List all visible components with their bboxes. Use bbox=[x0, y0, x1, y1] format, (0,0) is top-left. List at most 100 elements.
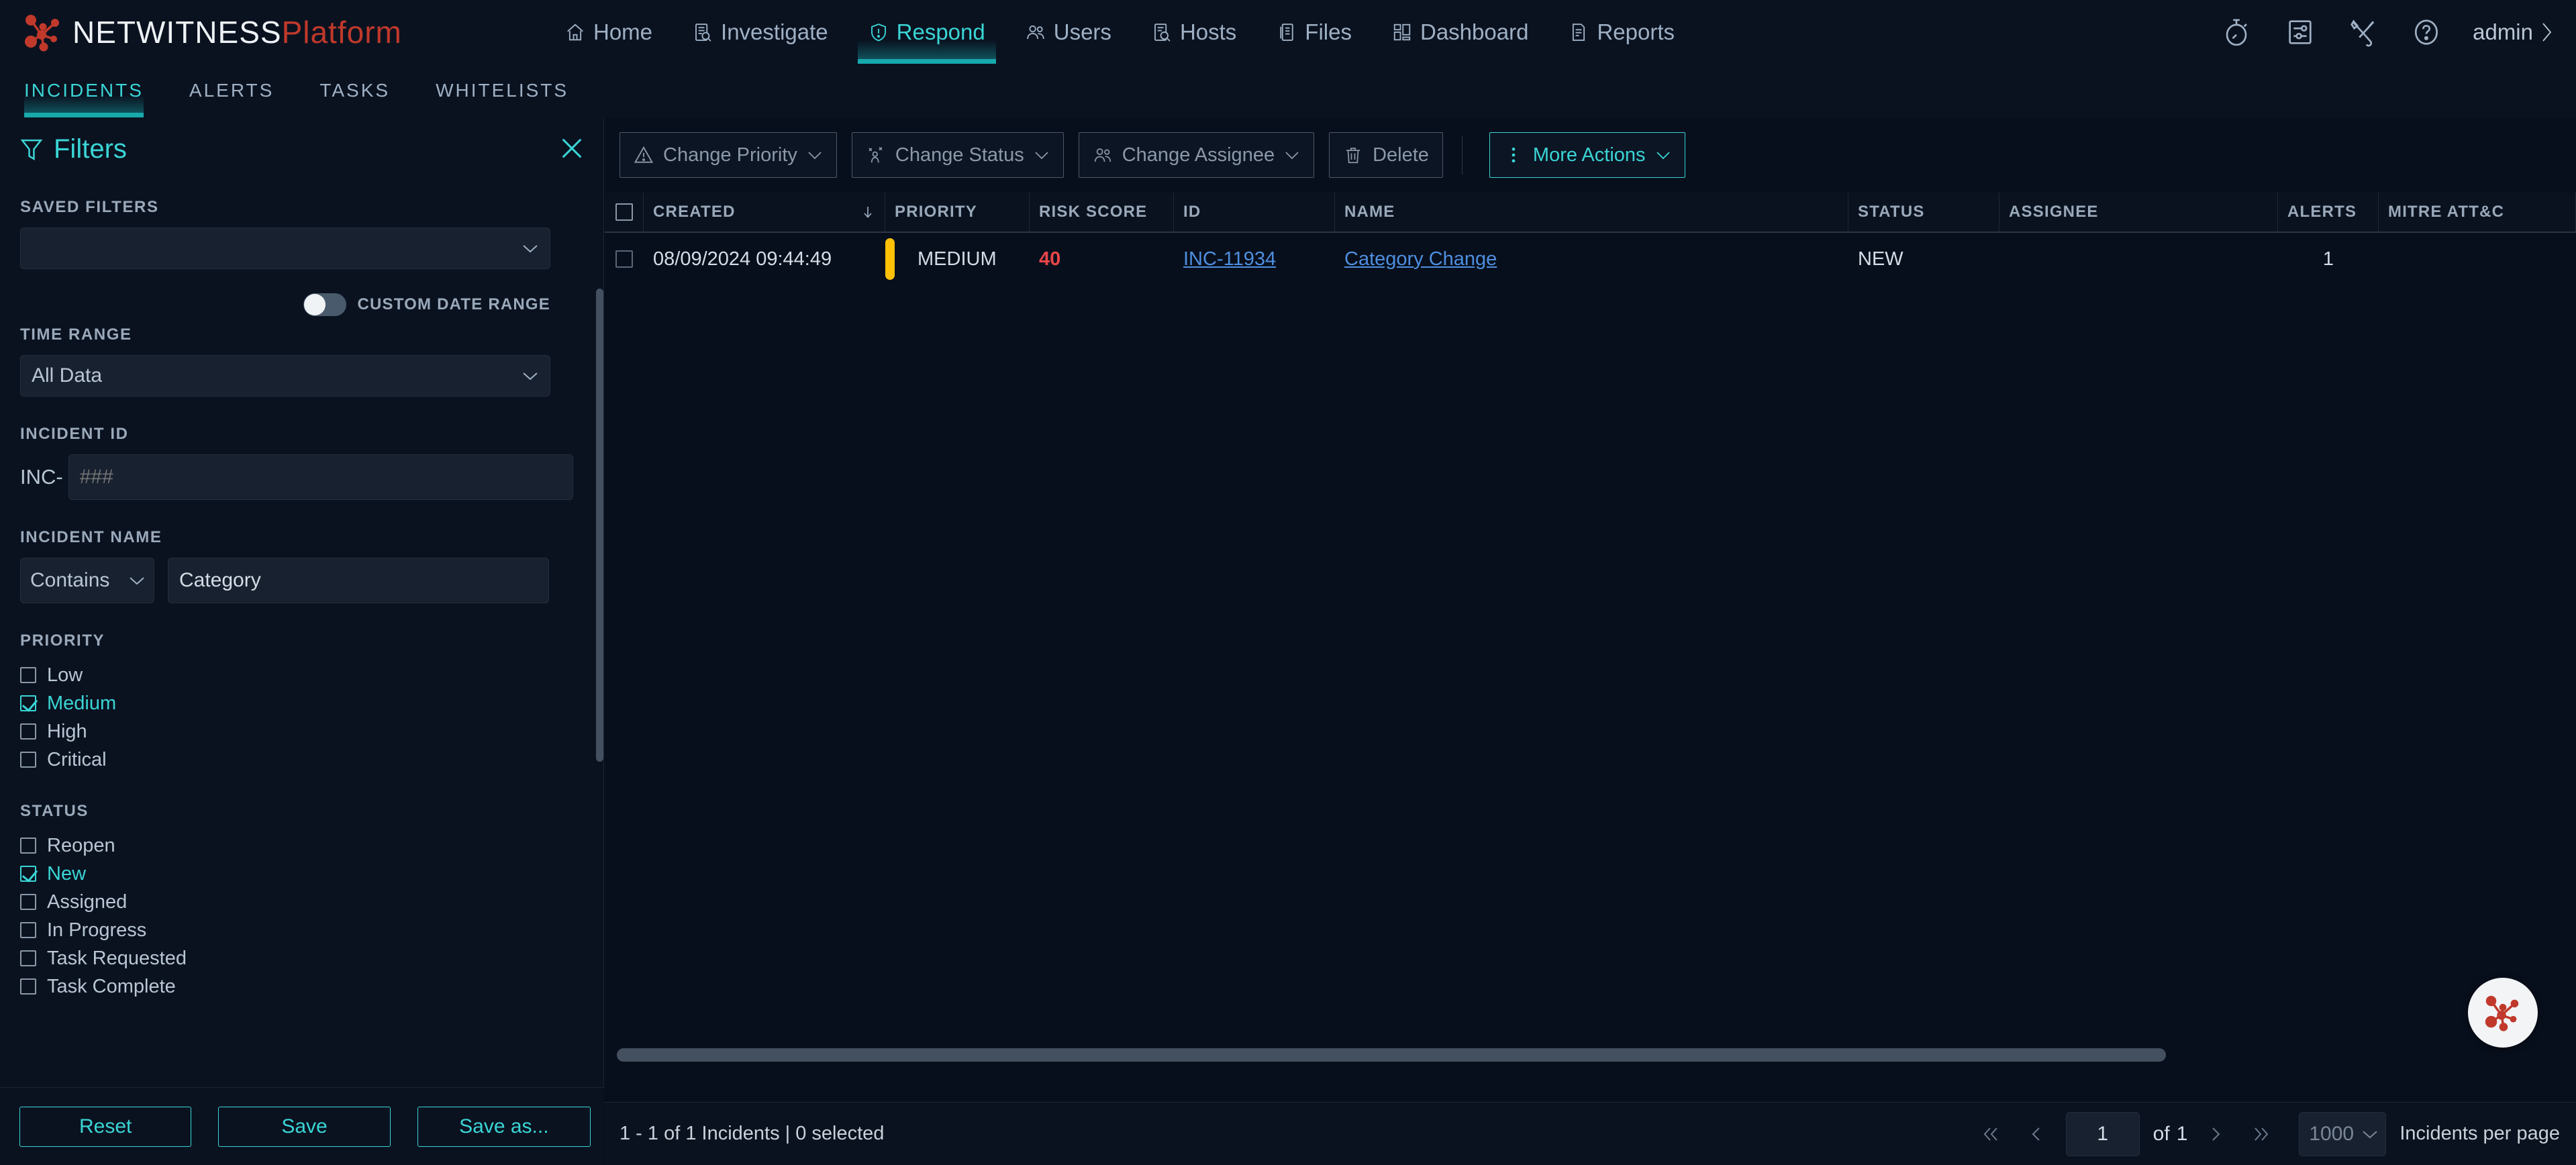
incident-name-link[interactable]: Category Change bbox=[1344, 248, 1497, 270]
incident-name-input[interactable] bbox=[168, 558, 549, 603]
cell-name: Category Change bbox=[1335, 233, 1848, 285]
column-header-created[interactable]: CREATED bbox=[644, 193, 885, 232]
per-page-label: Incidents per page bbox=[2399, 1123, 2560, 1144]
saved-filters-select[interactable] bbox=[20, 227, 550, 269]
first-page-icon[interactable] bbox=[1979, 1123, 2003, 1145]
save-as-button[interactable]: Save as... bbox=[417, 1106, 591, 1147]
custom-date-range-toggle[interactable] bbox=[303, 293, 347, 316]
tab-tasks[interactable]: TASKS bbox=[319, 64, 390, 117]
help-icon[interactable] bbox=[2411, 17, 2442, 48]
main-navigation: Home Investigate Respond Users Hosts Fil… bbox=[545, 0, 1695, 64]
chevron-down-icon bbox=[808, 151, 822, 159]
priority-option-label: Low bbox=[47, 664, 83, 686]
prev-page-icon[interactable] bbox=[2024, 1123, 2048, 1145]
total-pages-label: 1 bbox=[2176, 1122, 2188, 1145]
table-row[interactable]: 08/09/2024 09:44:49 MEDIUM 40 INC-11934 … bbox=[605, 233, 2576, 285]
filters-panel-scrollbar[interactable] bbox=[596, 289, 603, 762]
shield-alert-icon bbox=[871, 23, 886, 41]
priority-option-label: High bbox=[47, 720, 87, 742]
status-option-in-progress[interactable]: In Progress bbox=[20, 916, 577, 944]
nav-item-investigate[interactable]: Investigate bbox=[673, 0, 848, 64]
last-page-icon[interactable] bbox=[2249, 1123, 2273, 1145]
close-icon[interactable] bbox=[558, 135, 585, 162]
change-status-button[interactable]: Change Status bbox=[851, 132, 1064, 178]
user-menu[interactable]: admin bbox=[2473, 19, 2555, 45]
page-of-label: of bbox=[2152, 1122, 2170, 1145]
status-person-icon bbox=[869, 147, 883, 163]
cell-mitre bbox=[2379, 233, 2576, 285]
tab-alerts[interactable]: ALERTS bbox=[189, 64, 274, 117]
table-header-row: CREATED PRIORITY RISK SCORE ID NAME STAT… bbox=[605, 193, 2576, 233]
toggle-knob bbox=[304, 294, 326, 315]
nav-label-dashboard: Dashboard bbox=[1420, 19, 1529, 44]
column-header-risk-score[interactable]: RISK SCORE bbox=[1030, 193, 1174, 232]
tools-icon[interactable] bbox=[2348, 17, 2379, 48]
column-header-mitre[interactable]: MITRE ATT&C bbox=[2379, 193, 2576, 232]
nav-item-respond[interactable]: Respond bbox=[848, 0, 1005, 64]
stopwatch-icon[interactable] bbox=[2222, 17, 2252, 48]
status-label: STATUS bbox=[20, 802, 89, 820]
chevron-down-icon bbox=[1656, 151, 1670, 159]
status-option-reopen[interactable]: Reopen bbox=[20, 831, 577, 860]
per-page-value: 1000 bbox=[2309, 1122, 2355, 1145]
incident-name-operator-select[interactable]: Contains bbox=[20, 558, 154, 603]
status-option-new[interactable]: New bbox=[20, 860, 577, 888]
column-header-status[interactable]: STATUS bbox=[1848, 193, 1999, 232]
save-button[interactable]: Save bbox=[218, 1106, 391, 1147]
tab-label-tasks: TASKS bbox=[319, 80, 391, 101]
tab-whitelists[interactable]: WHITELISTS bbox=[436, 64, 568, 117]
priority-option-critical[interactable]: Critical bbox=[20, 746, 577, 774]
page-number-input[interactable] bbox=[2065, 1111, 2140, 1156]
next-page-icon[interactable] bbox=[2203, 1123, 2228, 1145]
change-priority-button[interactable]: Change Priority bbox=[620, 132, 837, 178]
priority-indicator-bar bbox=[885, 238, 895, 280]
tab-incidents[interactable]: INCIDENTS bbox=[24, 64, 144, 117]
filter-icon bbox=[20, 139, 43, 160]
cell-priority: MEDIUM bbox=[885, 233, 1030, 285]
column-label-created: CREATED bbox=[653, 203, 736, 221]
trash-icon bbox=[1346, 148, 1360, 164]
time-range-label: TIME RANGE bbox=[20, 325, 132, 344]
nav-item-dashboard[interactable]: Dashboard bbox=[1372, 0, 1548, 64]
select-all-header[interactable] bbox=[605, 193, 644, 232]
priority-option-high[interactable]: High bbox=[20, 717, 577, 746]
column-header-id[interactable]: ID bbox=[1174, 193, 1335, 232]
status-option-assigned[interactable]: Assigned bbox=[20, 888, 577, 916]
nav-item-home[interactable]: Home bbox=[545, 0, 673, 64]
brand-logo-area[interactable]: NETWITNESSPlatform bbox=[21, 12, 451, 52]
time-range-select[interactable]: All Data bbox=[20, 355, 550, 397]
priority-option-low[interactable]: Low bbox=[20, 661, 577, 689]
priority-option-medium[interactable]: Medium bbox=[20, 689, 577, 717]
column-label-risk-score: RISK SCORE bbox=[1039, 203, 1148, 221]
incident-id-link[interactable]: INC-11934 bbox=[1183, 248, 1276, 270]
column-header-assignee[interactable]: ASSIGNEE bbox=[1999, 193, 2278, 232]
cell-created: 08/09/2024 09:44:49 bbox=[653, 248, 832, 270]
checkbox-icon bbox=[20, 752, 36, 768]
change-assignee-button[interactable]: Change Assignee bbox=[1078, 132, 1315, 178]
nav-item-reports[interactable]: Reports bbox=[1548, 0, 1695, 64]
column-header-name[interactable]: NAME bbox=[1335, 193, 1848, 232]
nav-item-files[interactable]: Files bbox=[1256, 0, 1372, 64]
assistant-fab-button[interactable] bbox=[2468, 978, 2538, 1048]
config-panel-icon[interactable] bbox=[2285, 17, 2316, 48]
nav-item-users[interactable]: Users bbox=[1005, 0, 1132, 64]
status-option-task-requested[interactable]: Task Requested bbox=[20, 944, 577, 972]
more-actions-button[interactable]: More Actions bbox=[1489, 132, 1685, 178]
table-footer: 1 - 1 of 1 Incidents | 0 selected of 1 1… bbox=[605, 1102, 2576, 1165]
table-horizontal-scrollbar[interactable] bbox=[605, 1046, 2576, 1063]
reset-button[interactable]: Reset bbox=[19, 1106, 192, 1147]
column-header-alerts[interactable]: ALERTS bbox=[2278, 193, 2379, 232]
incident-id-input[interactable] bbox=[68, 454, 573, 500]
files-icon bbox=[1280, 23, 1293, 41]
per-page-select[interactable]: 1000 bbox=[2299, 1111, 2387, 1156]
checkbox-checked-icon bbox=[20, 695, 36, 711]
delete-button[interactable]: Delete bbox=[1329, 132, 1443, 178]
column-header-priority[interactable]: PRIORITY bbox=[885, 193, 1030, 232]
status-option-task-complete[interactable]: Task Complete bbox=[20, 972, 577, 1001]
checkbox-icon bbox=[20, 950, 36, 966]
brand-title: NETWITNESSPlatform bbox=[72, 14, 402, 50]
scrollbar-thumb[interactable] bbox=[617, 1048, 2166, 1062]
row-select-checkbox[interactable] bbox=[605, 233, 644, 285]
filters-body: SAVED FILTERS CUSTOM DATE RANGE TIME RAN… bbox=[0, 170, 604, 1165]
nav-item-hosts[interactable]: Hosts bbox=[1132, 0, 1256, 64]
